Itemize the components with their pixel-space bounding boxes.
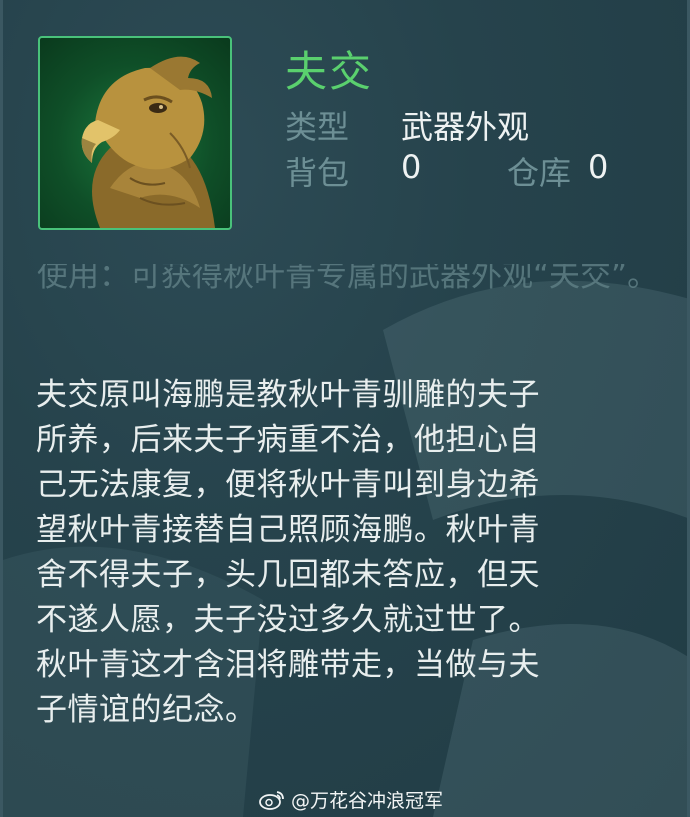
item-description: 夫交原叫海鹏是教秋叶青驯雕的夫子 所养，后来夫子病重不治，他担心自 己无法康复，… [36,373,666,733]
description-line: 子情谊的纪念。 [36,692,257,728]
item-name: 夫交 [285,47,374,96]
type-label: 类型 [285,108,350,146]
usage-section: 使用：可获得秋叶青专属的武器外观“夫交”。 [3,264,687,348]
warehouse-count: 0 [588,148,609,186]
description-line: 望秋叶青接替自己照顾海鹏。秋叶青 [36,512,540,548]
watermark-text: @万花谷冲浪冠军 [291,790,444,812]
item-tooltip-panel: 夫交 类型 武器外观 背包 0 仓库 0 使用：可获得秋叶青专属的武器外观“夫交… [0,0,690,817]
description-line: 己无法康复，便将秋叶青叫到身边希 [36,467,540,503]
description-line: 秋叶青这才含泪将雕带走，当做与夫 [36,647,540,683]
watermark: @万花谷冲浪冠军 [259,786,443,813]
warehouse-label: 仓库 [507,154,572,192]
eagle-portrait-icon [81,56,215,228]
bag-count: 0 [401,148,422,186]
bag-label: 背包 [285,154,350,192]
description-line: 舍不得夫子，头几回都未答应，但天 [36,557,540,593]
description-line: 所养，后来夫子病重不治，他担心自 [36,422,540,458]
type-value: 武器外观 [401,108,530,146]
usage-text: 使用：可获得秋叶青专属的武器外观“夫交”。 [37,264,659,294]
weibo-logo-icon [259,790,284,810]
description-line: 不遂人愿，夫子没过多久就过世了。 [36,602,540,638]
description-line: 夫交原叫海鹏是教秋叶青驯雕的夫子 [36,377,540,413]
item-icon-frame[interactable] [38,36,232,230]
